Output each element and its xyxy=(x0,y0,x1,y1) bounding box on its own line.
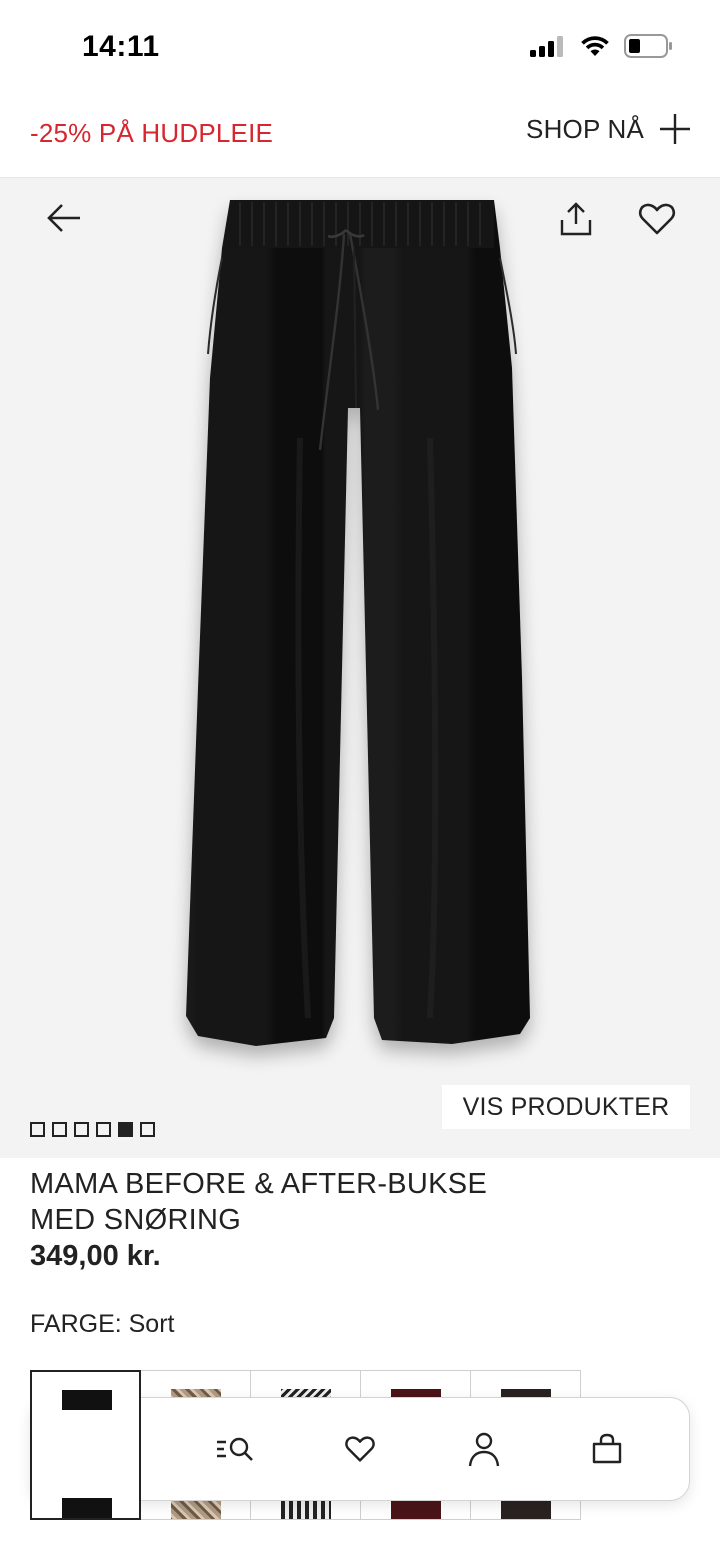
wifi-icon xyxy=(581,36,609,56)
product-title-line-1: MAMA BEFORE & AFTER-BUKSE xyxy=(30,1168,488,1200)
search-icon xyxy=(217,1437,254,1461)
product-price: 349,00 kr. xyxy=(30,1240,161,1272)
wishlist-button[interactable] xyxy=(636,198,678,240)
nav-search[interactable] xyxy=(206,1419,266,1479)
pagination-dot[interactable] xyxy=(140,1122,155,1137)
status-bar: 14:11 xyxy=(0,0,720,96)
heart-icon xyxy=(638,203,676,235)
pagination-dot-active[interactable] xyxy=(118,1122,133,1137)
nav-favorites[interactable] xyxy=(330,1419,390,1479)
product-image xyxy=(186,200,530,1046)
cellular-signal-icon xyxy=(530,36,563,57)
promo-banner: -25% PÅ HUDPLEIE SHOP NÅ xyxy=(0,96,720,178)
swatch-thumbnail-top xyxy=(62,1390,112,1410)
heart-icon xyxy=(345,1436,375,1462)
account-icon xyxy=(468,1432,499,1467)
status-time: 14:11 xyxy=(82,30,160,63)
pagination-dot[interactable] xyxy=(52,1122,67,1137)
battery-icon xyxy=(624,34,672,58)
color-label: FARGE: Sort xyxy=(30,1310,175,1338)
view-products-button[interactable]: VIS PRODUKTER xyxy=(442,1085,690,1129)
status-icons xyxy=(530,34,674,58)
share-icon xyxy=(560,202,592,236)
arrow-left-icon xyxy=(47,204,80,232)
pagination-dot[interactable] xyxy=(30,1122,45,1137)
image-pagination xyxy=(30,1122,155,1137)
back-button[interactable] xyxy=(44,198,84,238)
swatch-thumbnail-bottom xyxy=(62,1498,112,1518)
shopping-bag-icon xyxy=(592,1433,622,1464)
product-title-line-2: MED SNØRING xyxy=(30,1204,242,1236)
nav-account[interactable] xyxy=(454,1419,514,1479)
shop-now-label: SHOP NÅ xyxy=(526,113,644,144)
product-title: MAMA BEFORE & AFTER-BUKSE MED SNØRING xyxy=(30,1166,690,1238)
product-image-gallery[interactable]: VIS PRODUKTER xyxy=(0,178,720,1158)
product-info: MAMA BEFORE & AFTER-BUKSE MED SNØRING 34… xyxy=(30,1166,690,1273)
color-swatch-black[interactable] xyxy=(30,1370,141,1520)
pagination-dot[interactable] xyxy=(96,1122,111,1137)
promo-text[interactable]: -25% PÅ HUDPLEIE xyxy=(30,118,273,149)
nav-cart[interactable] xyxy=(577,1419,637,1479)
shop-now-button[interactable]: SHOP NÅ xyxy=(526,112,692,146)
plus-icon xyxy=(660,114,690,144)
share-button[interactable] xyxy=(556,200,596,240)
pagination-dot[interactable] xyxy=(74,1122,89,1137)
